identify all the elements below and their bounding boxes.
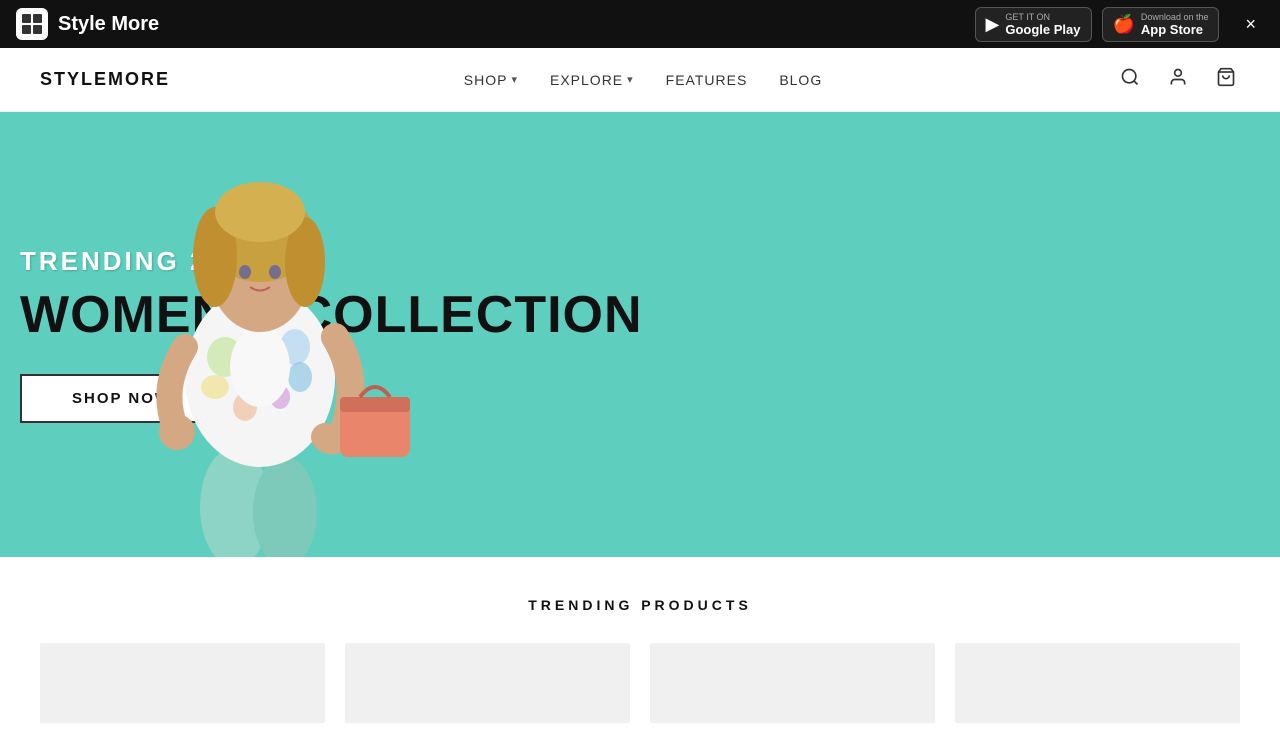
nav-item-shop[interactable]: SHOP ▾ (464, 72, 518, 88)
product-card-4[interactable] (955, 643, 1240, 723)
app-store-pre: Download on the (1141, 12, 1209, 22)
products-section: TRENDING PRODUCTS (0, 557, 1280, 743)
close-button[interactable]: × (1237, 10, 1264, 39)
cart-icon (1216, 67, 1236, 87)
nav-link-features[interactable]: FEATURES (666, 72, 748, 88)
app-store-label: App Store (1141, 22, 1209, 37)
search-icon (1120, 67, 1140, 87)
top-bar-title: Style More (58, 13, 159, 36)
apple-icon: 🍎 (1113, 14, 1135, 35)
chevron-down-icon: ▾ (627, 73, 634, 86)
nav-item-blog[interactable]: BLOG (779, 72, 822, 88)
google-play-badge[interactable]: ▶ GET IT ON Google Play (975, 7, 1092, 42)
hero-section: TRENDING 2023 WOMEN'S COLLECTION SHOP NO… (0, 112, 1280, 557)
nav-bar: STYLEMORE SHOP ▾ EXPLORE ▾ FEATURES BLOG (0, 48, 1280, 112)
google-play-pre: GET IT ON (1005, 12, 1080, 22)
login-button[interactable] (1164, 63, 1192, 96)
nav-brand[interactable]: STYLEMORE (40, 69, 170, 90)
user-icon (1168, 67, 1188, 87)
google-play-label: Google Play (1005, 22, 1080, 37)
nav-link-blog[interactable]: BLOG (779, 72, 822, 88)
product-card-2[interactable] (345, 643, 630, 723)
products-title: TRENDING PRODUCTS (40, 597, 1240, 613)
nav-links: SHOP ▾ EXPLORE ▾ FEATURES BLOG (464, 72, 822, 88)
nav-link-explore[interactable]: EXPLORE ▾ (550, 72, 634, 88)
chevron-down-icon: ▾ (511, 73, 518, 86)
product-card-3[interactable] (650, 643, 935, 723)
cart-button[interactable] (1212, 63, 1240, 96)
nav-item-features[interactable]: FEATURES (666, 72, 748, 88)
nav-actions (1116, 63, 1240, 96)
google-play-icon: ▶ (986, 14, 1000, 35)
products-grid (40, 643, 1240, 723)
hero-image (50, 117, 470, 557)
top-bar-actions: ▶ GET IT ON Google Play 🍎 Download on th… (975, 7, 1264, 42)
app-store-badge[interactable]: 🍎 Download on the App Store (1102, 7, 1220, 42)
nav-item-explore[interactable]: EXPLORE ▾ (550, 72, 634, 88)
search-button[interactable] (1116, 63, 1144, 96)
nav-link-shop[interactable]: SHOP ▾ (464, 72, 518, 88)
top-bar-brand: Style More (16, 8, 159, 40)
brand-logo-icon (16, 8, 48, 40)
top-bar: Style More ▶ GET IT ON Google Play 🍎 Dow… (0, 0, 1280, 48)
product-card-1[interactable] (40, 643, 325, 723)
